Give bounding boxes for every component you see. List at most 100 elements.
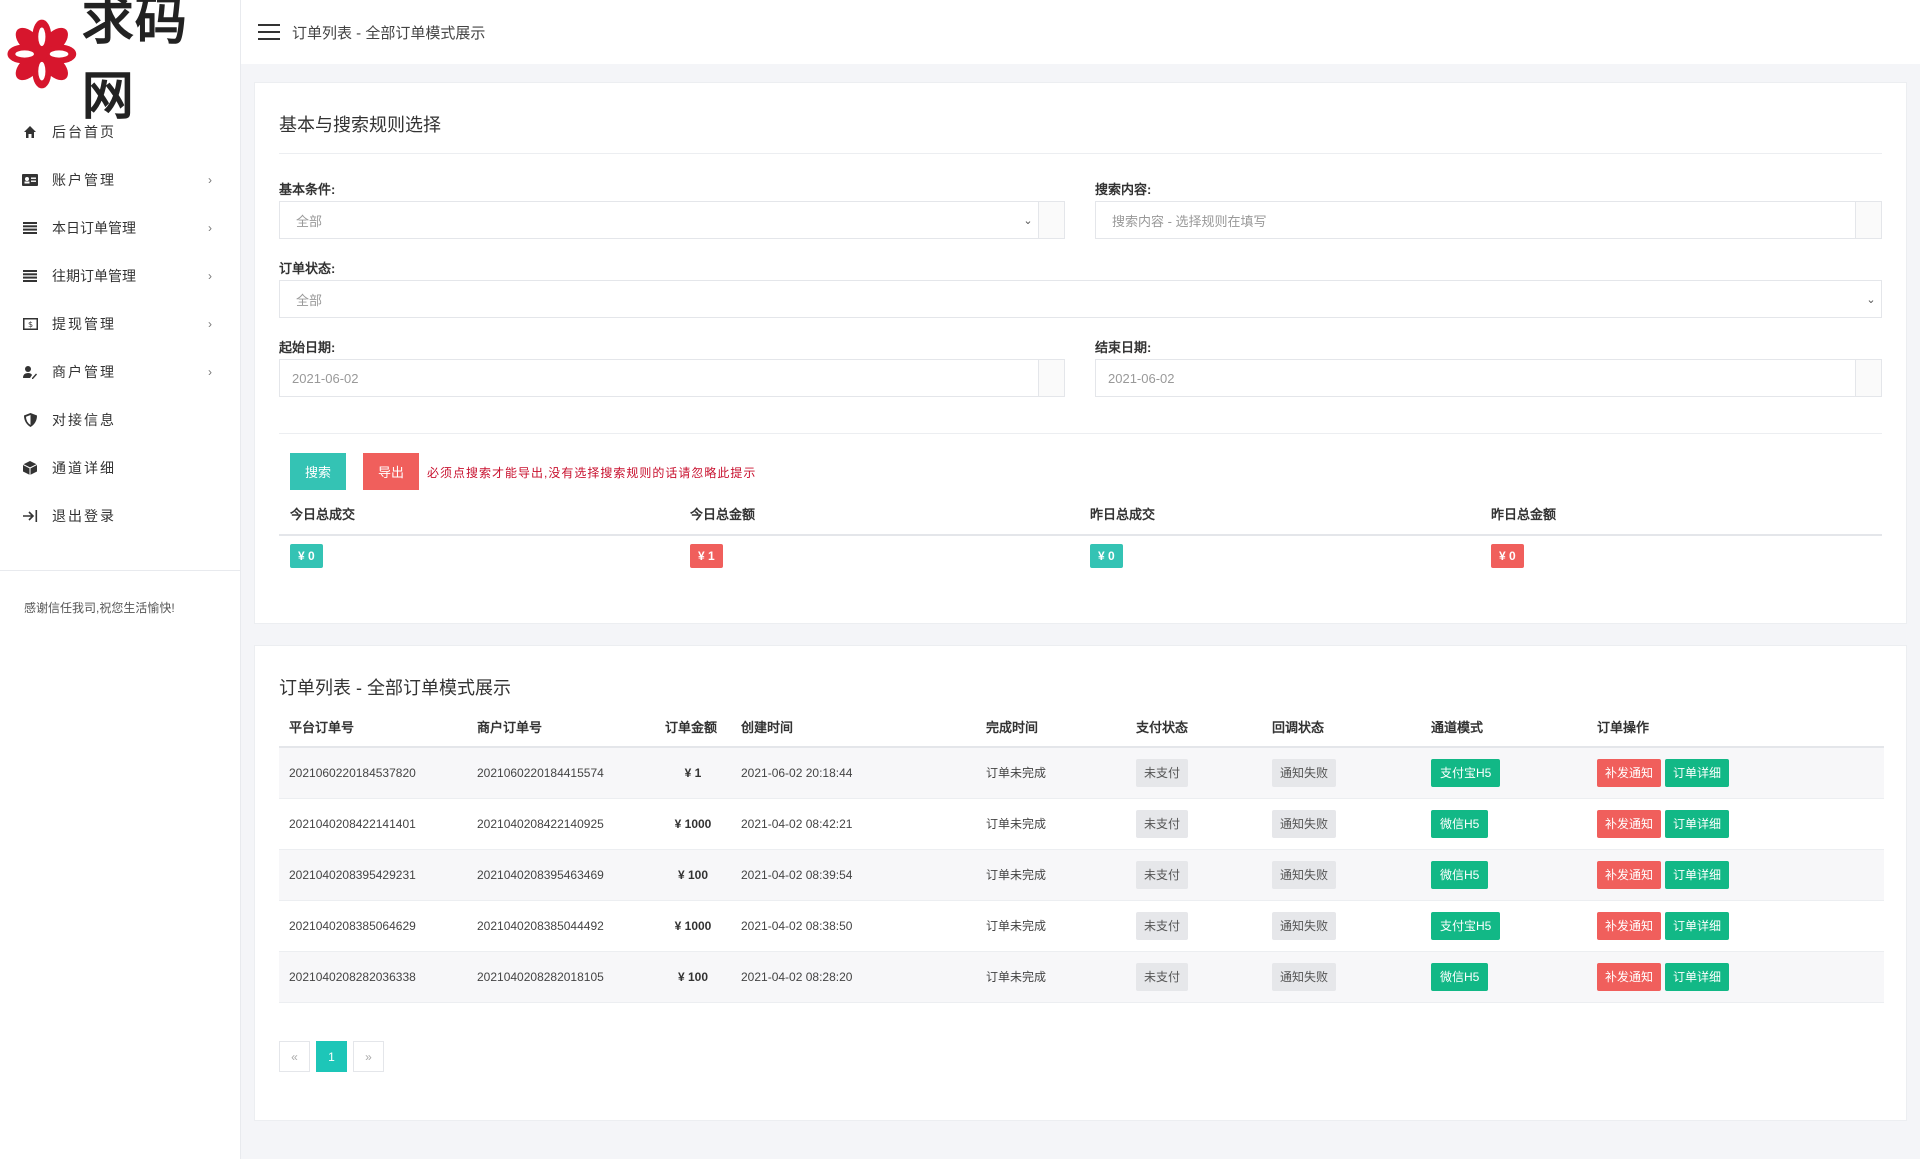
order-detail-button[interactable]: 订单详细 bbox=[1665, 860, 1730, 889]
created-time: 2021-04-02 08:42:21 bbox=[731, 798, 976, 850]
order-detail-button[interactable]: 订单详细 bbox=[1665, 758, 1730, 787]
resend-notify-button[interactable]: 补发通知 bbox=[1597, 860, 1662, 889]
shield-icon bbox=[22, 412, 38, 428]
platform-order-no: 2021040208385064629 bbox=[279, 900, 467, 952]
id-card-icon bbox=[22, 172, 38, 188]
finished-time: 订单未完成 bbox=[976, 798, 1126, 850]
order-amount: ¥ 1000 bbox=[655, 798, 731, 850]
chevron-right-icon: › bbox=[208, 173, 212, 187]
stat-badge-today-amount: ¥ 1 bbox=[690, 544, 723, 568]
sidebar-item-channel[interactable]: 通道详细 bbox=[0, 444, 240, 492]
callback-status-badge: 通知失败 bbox=[1272, 962, 1337, 991]
user-edit-icon bbox=[22, 364, 38, 380]
sidebar-item-integration[interactable]: 对接信息 bbox=[0, 396, 240, 444]
pagination-next-button[interactable]: » bbox=[353, 1041, 384, 1072]
pay-status-badge: 未支付 bbox=[1136, 809, 1189, 838]
end-date-label: 结束日期: bbox=[1095, 340, 1152, 355]
money-icon: $ bbox=[22, 316, 38, 332]
sidebar-nav: 后台首页 账户管理 › 本日订单管理 › 往期订单管理 › $ 提现管理 › 商… bbox=[0, 108, 240, 540]
chevron-down-icon: ⌄ bbox=[1866, 293, 1876, 306]
divider bbox=[279, 534, 1882, 536]
sidebar-item-label: 提现管理 bbox=[52, 316, 116, 332]
column-header: 商户订单号 bbox=[467, 706, 655, 748]
sidebar: 求码网 后台首页 账户管理 › 本日订单管理 › 往期订单管理 › $ 提现管理… bbox=[0, 0, 241, 1159]
created-time: 2021-06-02 20:18:44 bbox=[731, 747, 976, 799]
pagination-page-button[interactable]: 1 bbox=[316, 1041, 347, 1072]
export-hint-text: 必须点搜索才能导出,没有选择搜索规则的话请忽略此提示 bbox=[427, 466, 757, 480]
channel-badge: 微信H5 bbox=[1431, 962, 1489, 991]
callback-status-badge: 通知失败 bbox=[1272, 911, 1337, 940]
table-row: 2021040208422141401 2021040208422140925 … bbox=[279, 798, 1884, 850]
start-date-input[interactable]: 2021-06-02 bbox=[279, 359, 1065, 397]
pay-status-badge: 未支付 bbox=[1136, 962, 1189, 991]
order-detail-button[interactable]: 订单详细 bbox=[1665, 911, 1730, 940]
sidebar-item-past-orders[interactable]: 往期订单管理 › bbox=[0, 252, 240, 300]
sidebar-item-logout[interactable]: 退出登录 bbox=[0, 492, 240, 540]
search-card: 基本与搜索规则选择 基本条件: 全部 ⌄ 搜索内容: 搜索内容 - 选择规则在填… bbox=[254, 82, 1907, 624]
pagination: « 1 » bbox=[279, 1041, 390, 1072]
finished-time: 订单未完成 bbox=[976, 849, 1126, 901]
column-header: 回调状态 bbox=[1262, 706, 1421, 748]
stat-label-today-count: 今日总成交 bbox=[290, 507, 356, 522]
column-header: 订单操作 bbox=[1587, 706, 1884, 748]
callback-status-badge: 通知失败 bbox=[1272, 809, 1337, 838]
stat-badge-yesterday-count: ¥ 0 bbox=[1090, 544, 1123, 568]
logo-text: 求码网 bbox=[81, 0, 188, 127]
sidebar-item-label: 通道详细 bbox=[52, 460, 116, 476]
column-header: 通道模式 bbox=[1421, 706, 1587, 748]
callback-status-badge: 通知失败 bbox=[1272, 758, 1337, 787]
created-time: 2021-04-02 08:28:20 bbox=[731, 951, 976, 1003]
table-row: 2021040208282036338 2021040208282018105 … bbox=[279, 951, 1884, 1003]
order-status-label: 订单状态: bbox=[279, 261, 336, 276]
home-icon bbox=[22, 124, 38, 140]
sidebar-item-merchant[interactable]: 商户管理 › bbox=[0, 348, 240, 396]
sidebar-item-label: 后台首页 bbox=[52, 124, 116, 140]
order-detail-button[interactable]: 订单详细 bbox=[1665, 809, 1730, 838]
search-content-input[interactable]: 搜索内容 - 选择规则在填写 bbox=[1095, 201, 1882, 239]
table-row: 2021060220184537820 2021060220184415574 … bbox=[279, 747, 1884, 799]
merchant-order-no: 2021040208385044492 bbox=[467, 900, 655, 952]
created-time: 2021-04-02 08:38:50 bbox=[731, 900, 976, 952]
search-button[interactable]: 搜索 bbox=[290, 453, 346, 490]
divider bbox=[279, 153, 1882, 154]
order-amount: ¥ 100 bbox=[655, 951, 731, 1003]
resend-notify-button[interactable]: 补发通知 bbox=[1597, 758, 1662, 787]
start-date-label: 起始日期: bbox=[279, 340, 336, 355]
column-header: 订单金额 bbox=[655, 706, 731, 748]
finished-time: 订单未完成 bbox=[976, 900, 1126, 952]
sidebar-item-withdraw[interactable]: $ 提现管理 › bbox=[0, 300, 240, 348]
sidebar-item-account[interactable]: 账户管理 › bbox=[0, 156, 240, 204]
platform-order-no: 2021040208422141401 bbox=[279, 798, 467, 850]
flower-logo-icon bbox=[7, 19, 77, 89]
pay-status-badge: 未支付 bbox=[1136, 911, 1189, 940]
export-button[interactable]: 导出 bbox=[363, 453, 419, 490]
resend-notify-button[interactable]: 补发通知 bbox=[1597, 809, 1662, 838]
merchant-order-no: 2021060220184415574 bbox=[467, 747, 655, 799]
order-amount: ¥ 1 bbox=[655, 747, 731, 799]
order-amount: ¥ 1000 bbox=[655, 900, 731, 952]
finished-time: 订单未完成 bbox=[976, 747, 1126, 799]
resend-notify-button[interactable]: 补发通知 bbox=[1597, 962, 1662, 991]
platform-order-no: 2021040208395429231 bbox=[279, 849, 467, 901]
menu-toggle-icon[interactable] bbox=[258, 24, 280, 40]
pagination-prev-button[interactable]: « bbox=[279, 1041, 310, 1072]
sidebar-item-label: 账户管理 bbox=[52, 172, 116, 188]
chevron-right-icon: › bbox=[208, 221, 212, 235]
order-status-select[interactable]: 全部 ⌄ bbox=[279, 280, 1882, 318]
order-detail-button[interactable]: 订单详细 bbox=[1665, 962, 1730, 991]
resend-notify-button[interactable]: 补发通知 bbox=[1597, 911, 1662, 940]
callback-status-badge: 通知失败 bbox=[1272, 860, 1337, 889]
logout-icon bbox=[22, 508, 38, 524]
chevron-down-icon: ⌄ bbox=[1023, 214, 1033, 227]
search-card-title: 基本与搜索规则选择 bbox=[279, 115, 441, 135]
channel-badge: 支付宝H5 bbox=[1431, 758, 1501, 787]
end-date-input[interactable]: 2021-06-02 bbox=[1095, 359, 1882, 397]
basic-condition-select[interactable]: 全部 ⌄ bbox=[279, 201, 1065, 239]
logo[interactable]: 求码网 bbox=[0, 0, 240, 127]
chevron-right-icon: › bbox=[208, 365, 212, 379]
orders-table: 平台订单号 商户订单号 订单金额 创建时间 完成时间 支付状态 回调状态 通道模… bbox=[279, 706, 1884, 1003]
channel-badge: 微信H5 bbox=[1431, 809, 1489, 838]
stat-badge-today-count: ¥ 0 bbox=[290, 544, 323, 568]
sidebar-item-today-orders[interactable]: 本日订单管理 › bbox=[0, 204, 240, 252]
table-header-row: 平台订单号 商户订单号 订单金额 创建时间 完成时间 支付状态 回调状态 通道模… bbox=[279, 706, 1884, 748]
